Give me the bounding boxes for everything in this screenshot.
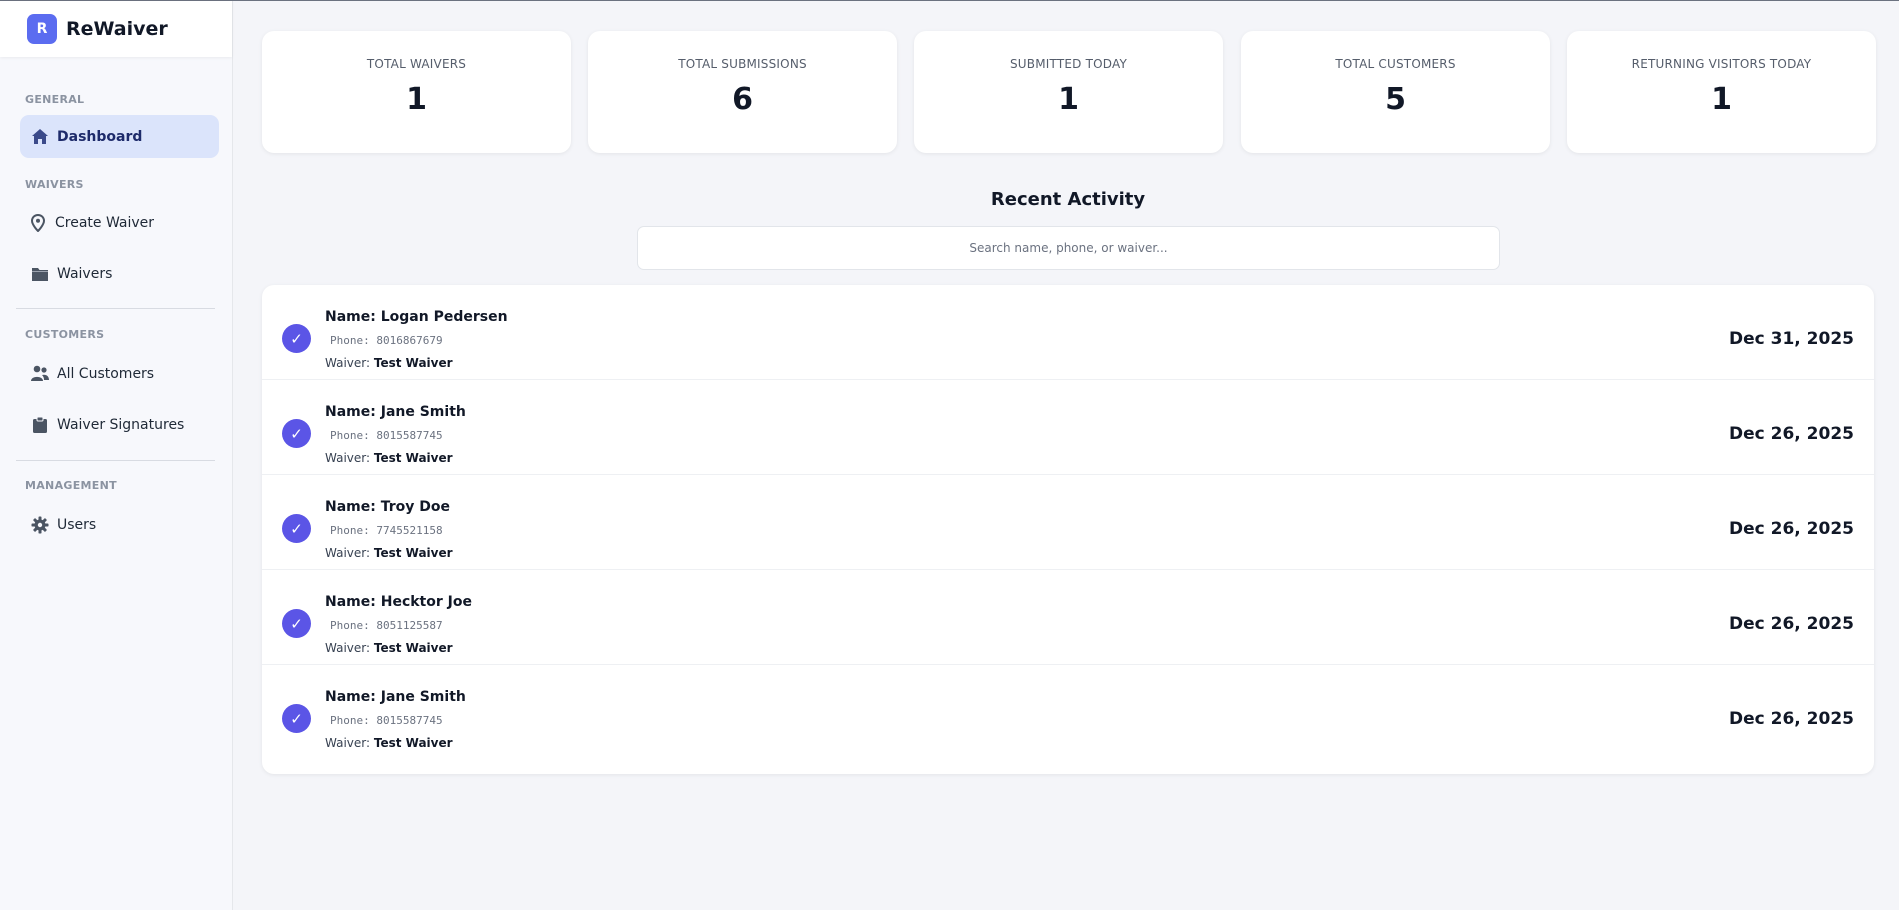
stat-value: 1 — [406, 82, 427, 117]
sidebar-item-label: Waivers — [57, 265, 113, 282]
sidebar: R ReWaiver GENERAL Dashboard WAIVERS Cre… — [0, 1, 233, 910]
customer-phone: Phone: 8015587745 — [330, 714, 443, 727]
sidebar-item-label: Waiver Signatures — [57, 416, 185, 433]
customer-name: Name: Jane Smith — [325, 689, 466, 705]
gear-icon — [30, 515, 50, 535]
home-icon — [30, 127, 50, 147]
stat-card-returning-visitors: RETURNING VISITORS TODAY 1 — [1567, 31, 1876, 153]
activity-row[interactable]: ✓ Name: Hecktor Joe Phone: 8051125587 Wa… — [262, 570, 1874, 665]
submission-date: Dec 31, 2025 — [1729, 329, 1854, 349]
customer-name: Name: Troy Doe — [325, 499, 451, 515]
search-input[interactable] — [637, 226, 1500, 270]
waiver-name: Waiver: Test Waiver — [325, 451, 453, 465]
customer-phone: Phone: 8016867679 — [330, 334, 443, 347]
submission-date: Dec 26, 2025 — [1729, 424, 1854, 444]
waiver-name: Waiver: Test Waiver — [325, 736, 453, 750]
waiver-name: Waiver: Test Waiver — [325, 356, 453, 370]
submission-date: Dec 26, 2025 — [1729, 614, 1854, 634]
stat-label: TOTAL CUSTOMERS — [1335, 57, 1456, 71]
sidebar-item-waiver-signatures[interactable]: Waiver Signatures — [20, 403, 219, 446]
section-label-customers: CUSTOMERS — [25, 328, 105, 341]
sidebar-item-users[interactable]: Users — [20, 503, 219, 546]
stat-card-total-waivers: TOTAL WAIVERS 1 — [262, 31, 571, 153]
customer-name: Name: Hecktor Joe — [325, 594, 472, 610]
waiver-name: Waiver: Test Waiver — [325, 546, 453, 560]
submission-date: Dec 26, 2025 — [1729, 709, 1854, 729]
stat-label: TOTAL WAIVERS — [366, 57, 467, 71]
customer-name: Name: Logan Pedersen — [325, 309, 508, 325]
brand-name: ReWaiver — [66, 18, 168, 40]
customer-phone: Phone: 8015587745 — [330, 429, 443, 442]
section-label-general: GENERAL — [25, 93, 85, 106]
brand-logo: R — [27, 14, 57, 44]
sidebar-item-waivers[interactable]: Waivers — [20, 252, 219, 295]
customer-phone: Phone: 8051125587 — [330, 619, 443, 632]
sidebar-item-label: Create Waiver — [55, 214, 155, 231]
stat-card-total-customers: TOTAL CUSTOMERS 5 — [1241, 31, 1550, 153]
check-icon: ✓ — [282, 704, 311, 733]
customer-name: Name: Jane Smith — [325, 404, 466, 420]
recent-activity-title: Recent Activity — [990, 189, 1146, 210]
sidebar-item-label: Users — [57, 516, 97, 533]
stat-label: RETURNING VISITORS TODAY — [1631, 57, 1812, 71]
users-icon — [30, 364, 50, 384]
stat-value: 6 — [732, 82, 753, 117]
check-icon: ✓ — [282, 419, 311, 448]
check-icon: ✓ — [282, 514, 311, 543]
sidebar-item-label: All Customers — [57, 365, 155, 382]
brand[interactable]: R ReWaiver — [0, 1, 232, 57]
check-icon: ✓ — [282, 324, 311, 353]
clipboard-icon — [30, 415, 50, 435]
section-label-management: MANAGEMENT — [25, 479, 117, 492]
activity-list: ✓ Name: Logan Pedersen Phone: 8016867679… — [262, 285, 1874, 774]
check-icon: ✓ — [282, 609, 311, 638]
sidebar-item-all-customers[interactable]: All Customers — [20, 352, 219, 395]
sidebar-item-dashboard[interactable]: Dashboard — [20, 115, 219, 158]
stat-value: 5 — [1385, 82, 1406, 117]
activity-row[interactable]: ✓ Name: Jane Smith Phone: 8015587745 Wai… — [262, 380, 1874, 475]
activity-row[interactable]: ✓ Name: Troy Doe Phone: 7745521158 Waive… — [262, 475, 1874, 570]
folder-icon — [30, 264, 50, 284]
map-pin-icon — [28, 213, 48, 233]
waiver-name: Waiver: Test Waiver — [325, 641, 453, 655]
activity-row[interactable]: ✓ Name: Logan Pedersen Phone: 8016867679… — [262, 285, 1874, 380]
customer-phone: Phone: 7745521158 — [330, 524, 443, 537]
sidebar-divider — [16, 460, 215, 461]
section-label-waivers: WAIVERS — [25, 178, 84, 191]
activity-row[interactable]: ✓ Name: Jane Smith Phone: 8015587745 Wai… — [262, 665, 1874, 760]
stat-label: TOTAL SUBMISSIONS — [678, 57, 807, 71]
stat-value: 1 — [1058, 82, 1079, 117]
sidebar-divider — [16, 308, 215, 309]
submission-date: Dec 26, 2025 — [1729, 519, 1854, 539]
sidebar-item-label: Dashboard — [57, 128, 143, 145]
stat-label: SUBMITTED TODAY — [1009, 57, 1128, 71]
stat-card-submitted-today: SUBMITTED TODAY 1 — [914, 31, 1223, 153]
stat-value: 1 — [1711, 82, 1732, 117]
sidebar-item-create-waiver[interactable]: Create Waiver — [20, 201, 219, 244]
stat-card-total-submissions: TOTAL SUBMISSIONS 6 — [588, 31, 897, 153]
